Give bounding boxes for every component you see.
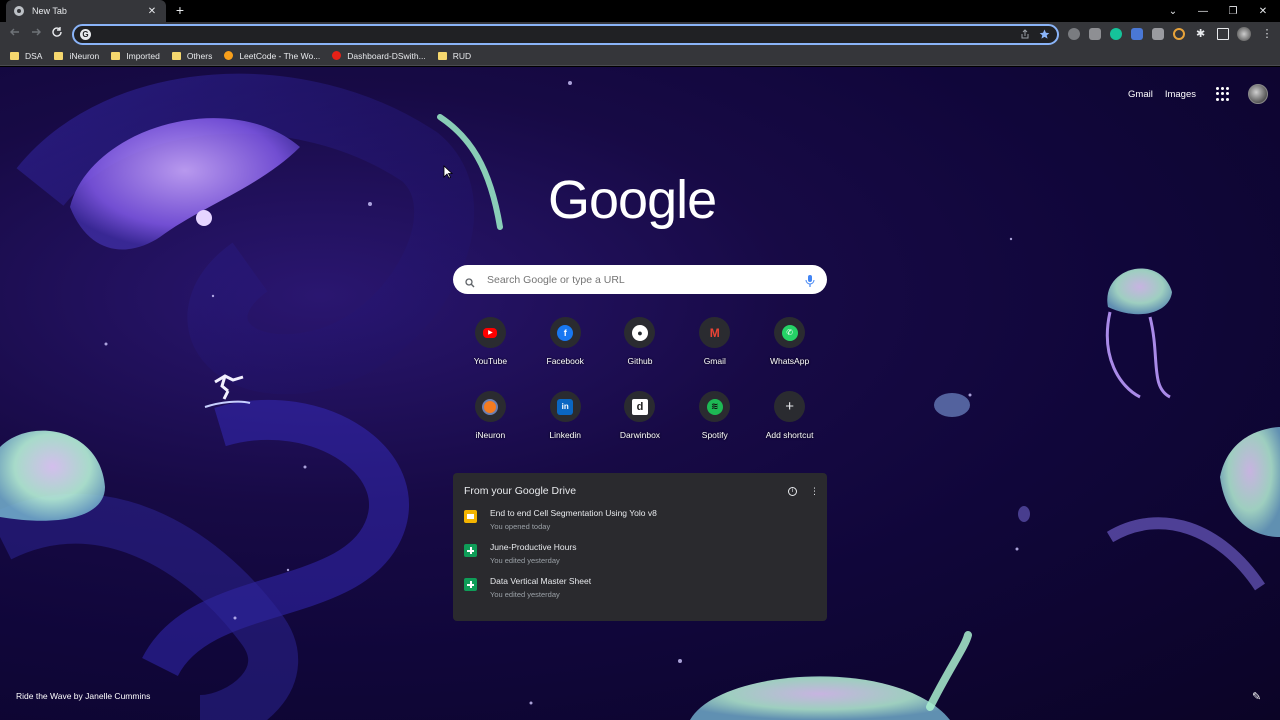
- background-attribution[interactable]: Ride the Wave by Janelle Cummins: [16, 691, 150, 701]
- tab-title: New Tab: [32, 6, 67, 16]
- darwinbox-icon: d: [631, 398, 648, 415]
- back-button[interactable]: [7, 26, 23, 42]
- facebook-icon: f: [557, 324, 574, 341]
- drive-item[interactable]: Data Vertical Master Sheet You edited ye…: [464, 576, 816, 599]
- bookmark-imported[interactable]: Imported: [111, 51, 160, 61]
- bookmark-rud[interactable]: RUD: [437, 51, 471, 61]
- tab-new-tab[interactable]: New Tab ✕: [6, 0, 166, 22]
- linkedin-icon: in: [557, 398, 574, 415]
- search-icon: [465, 275, 475, 287]
- gmail-link[interactable]: Gmail: [1128, 89, 1153, 100]
- share-icon[interactable]: [1018, 29, 1031, 42]
- bookmark-ineuron[interactable]: iNeuron: [54, 51, 99, 61]
- extensions-puzzle-icon[interactable]: ✱: [1196, 28, 1208, 40]
- shortcut-youtube[interactable]: ▶ YouTube: [453, 317, 528, 379]
- google-g-icon: G: [80, 29, 91, 40]
- plus-icon: +: [785, 398, 794, 415]
- shortcuts-grid: ▶ YouTube f Facebook ● Github M Gmail ✆ …: [453, 317, 827, 453]
- drive-item[interactable]: June-Productive Hours You edited yesterd…: [464, 542, 816, 565]
- new-tab-button[interactable]: +: [172, 2, 188, 18]
- search-input[interactable]: [487, 273, 805, 286]
- extension-6-icon[interactable]: [1173, 28, 1185, 40]
- drive-card-title: From your Google Drive: [464, 485, 577, 497]
- new-tab-page: Gmail Images Google ▶ YouTube f Facebook…: [0, 67, 1280, 720]
- info-icon[interactable]: i: [788, 486, 797, 496]
- bookmark-dsa[interactable]: DSA: [10, 51, 42, 61]
- spotify-icon: ≋: [706, 398, 723, 415]
- slides-icon: [464, 510, 477, 523]
- shortcut-gmail[interactable]: M Gmail: [677, 317, 752, 379]
- mouse-cursor-icon: [443, 165, 453, 179]
- side-panel-icon[interactable]: [1217, 28, 1229, 40]
- sheets-icon: [464, 544, 477, 557]
- bookmarks-bar: DSA iNeuron Imported Others LeetCode - T…: [0, 46, 1280, 66]
- whatsapp-icon: ✆: [781, 324, 798, 341]
- back-arrow-icon: [10, 28, 19, 36]
- reload-button[interactable]: [49, 26, 65, 42]
- extension-5-icon[interactable]: [1152, 28, 1164, 40]
- shortcut-linkedin[interactable]: in Linkedin: [528, 391, 603, 453]
- omnibox[interactable]: G: [72, 24, 1059, 45]
- tab-search-icon[interactable]: ⌄: [1158, 0, 1188, 22]
- reload-icon: [52, 27, 62, 37]
- shortcut-darwinbox[interactable]: d Darwinbox: [603, 391, 678, 453]
- restore-button[interactable]: ❐: [1218, 0, 1248, 22]
- bookmark-others[interactable]: Others: [171, 51, 212, 61]
- leetcode-icon: [224, 51, 234, 60]
- shortcut-whatsapp[interactable]: ✆ WhatsApp: [752, 317, 827, 379]
- extension-1-icon[interactable]: [1068, 28, 1080, 40]
- profile-avatar[interactable]: [1237, 27, 1251, 41]
- toolbar: G ✱ ⋮: [0, 22, 1280, 46]
- folder-icon: [10, 51, 19, 60]
- youtube-icon: ▶: [483, 327, 498, 338]
- google-logo: Google: [548, 170, 717, 230]
- extension-2-icon[interactable]: [1089, 28, 1101, 40]
- shortcut-spotify[interactable]: ≋ Spotify: [677, 391, 752, 453]
- add-shortcut-button[interactable]: + Add shortcut: [752, 391, 827, 453]
- shortcut-github[interactable]: ● Github: [603, 317, 678, 379]
- bookmark-leetcode[interactable]: LeetCode - The Wo...: [224, 51, 320, 61]
- google-apps-icon[interactable]: [1216, 87, 1230, 101]
- customize-pencil-icon[interactable]: ✎: [1252, 690, 1266, 704]
- translate-icon[interactable]: [1131, 28, 1143, 40]
- account-avatar[interactable]: [1248, 84, 1268, 104]
- drive-item[interactable]: End to end Cell Segmentation Using Yolo …: [464, 508, 816, 531]
- folder-icon: [54, 51, 64, 60]
- grammarly-icon[interactable]: [1110, 28, 1122, 40]
- gmail-icon: M: [709, 325, 720, 340]
- shortcut-ineuron[interactable]: iNeuron: [453, 391, 528, 453]
- tab-close-icon[interactable]: ✕: [146, 6, 158, 17]
- more-options-icon[interactable]: ⋮: [810, 486, 819, 497]
- tab-strip: New Tab ✕ + ⌄ — ❐ ✕: [0, 0, 1280, 22]
- bookmark-dashboard[interactable]: Dashboard-DSwith...: [332, 51, 426, 61]
- youtube-icon: [332, 51, 342, 60]
- ineuron-icon: [482, 398, 499, 415]
- minimize-button[interactable]: —: [1188, 0, 1218, 22]
- folder-icon: [111, 51, 121, 60]
- omnibox-input[interactable]: [97, 28, 1057, 41]
- bookmark-star-icon[interactable]: [1038, 29, 1051, 42]
- github-icon: ●: [631, 324, 648, 341]
- microphone-icon[interactable]: [805, 274, 815, 287]
- search-box[interactable]: [453, 265, 827, 294]
- forward-arrow-icon: [32, 28, 41, 36]
- shortcut-facebook[interactable]: f Facebook: [528, 317, 603, 379]
- folder-icon: [437, 51, 447, 60]
- drive-card: From your Google Drive i ⋮ End to end Ce…: [453, 473, 827, 621]
- sheets-icon: [464, 578, 477, 591]
- menu-kebab-icon[interactable]: ⋮: [1261, 28, 1273, 40]
- folder-icon: [171, 51, 181, 60]
- forward-button[interactable]: [28, 26, 44, 42]
- chrome-icon: [14, 6, 24, 16]
- images-link[interactable]: Images: [1165, 89, 1196, 100]
- close-window-button[interactable]: ✕: [1248, 0, 1278, 22]
- top-links: Gmail Images: [1128, 84, 1280, 104]
